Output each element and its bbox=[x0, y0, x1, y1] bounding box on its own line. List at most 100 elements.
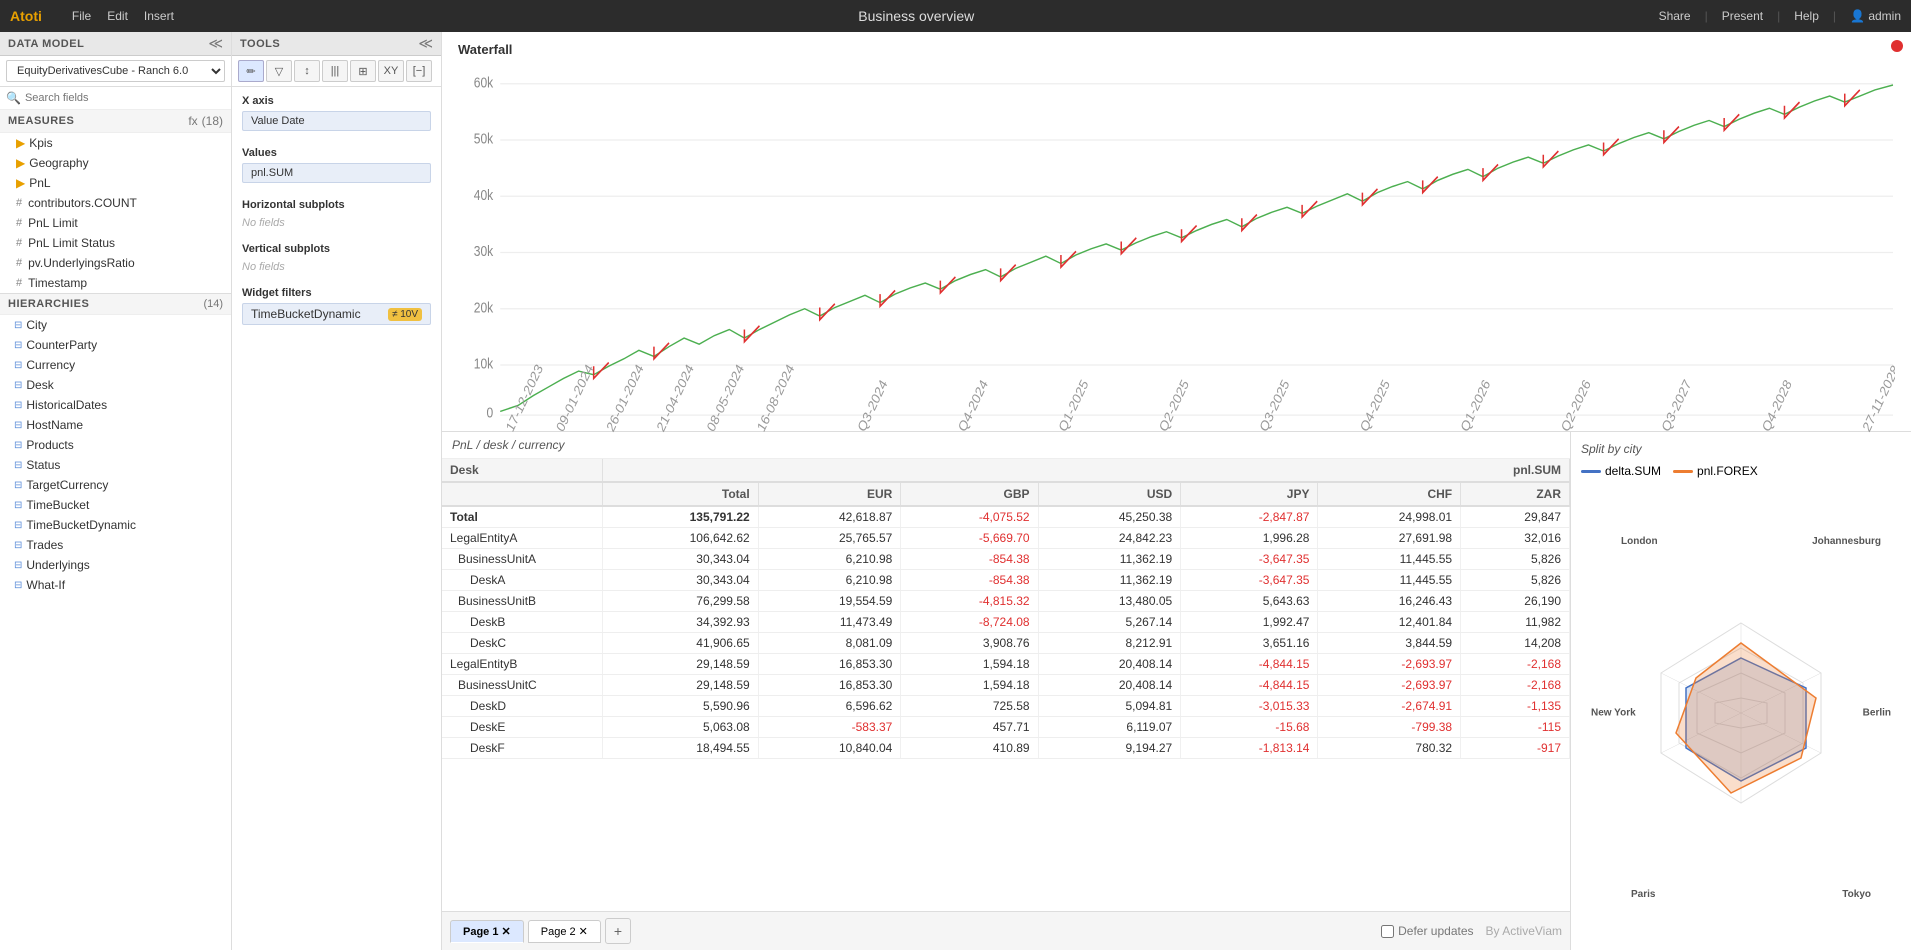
col-gbp: GBP bbox=[901, 482, 1038, 506]
cell-chf: 780.32 bbox=[1318, 738, 1461, 759]
hier-timebucket-dynamic[interactable]: ⊟TimeBucketDynamic bbox=[0, 515, 231, 535]
hier-icon: ⊟ bbox=[14, 500, 22, 511]
tab-page1[interactable]: Page 1 ✕ bbox=[450, 920, 524, 943]
search-input[interactable] bbox=[25, 92, 225, 104]
table-row: BusinessUnitC 29,148.59 16,853.30 1,594.… bbox=[442, 675, 1570, 696]
menu-edit[interactable]: Edit bbox=[107, 9, 128, 23]
hier-products[interactable]: ⊟Products bbox=[0, 435, 231, 455]
hier-status[interactable]: ⊟Status bbox=[0, 455, 231, 475]
menu-insert[interactable]: Insert bbox=[144, 9, 174, 23]
values-field[interactable]: pnl.SUM bbox=[242, 163, 431, 183]
filter-chip[interactable]: TimeBucketDynamic ≠ 10V bbox=[242, 303, 431, 325]
measure-pnl-limit-status[interactable]: # PnL Limit Status bbox=[0, 233, 231, 253]
measure-geography[interactable]: ▶ Geography bbox=[0, 153, 231, 173]
cube-select[interactable]: EquityDerivativesCube - Ranch 6.0 bbox=[6, 60, 225, 82]
svg-text:26-01-2024: 26-01-2024 bbox=[604, 361, 647, 435]
horiz-subplots-section: Horizontal subplots No fields bbox=[232, 191, 441, 235]
measure-pv-underlyings[interactable]: # pv.UnderlyingsRatio bbox=[0, 253, 231, 273]
cell-zar: -2,168 bbox=[1461, 654, 1570, 675]
hier-city[interactable]: ⊟City bbox=[0, 315, 231, 335]
cell-eur: 8,081.09 bbox=[758, 633, 901, 654]
cell-label: DeskE bbox=[442, 717, 602, 738]
values-label: Values bbox=[242, 147, 431, 159]
share-button[interactable]: Share bbox=[1659, 9, 1691, 23]
hier-counterparty[interactable]: ⊟CounterParty bbox=[0, 335, 231, 355]
cell-gbp: 1,594.18 bbox=[901, 675, 1038, 696]
measure-label: PnL Limit Status bbox=[28, 236, 115, 250]
hier-currency[interactable]: ⊟Currency bbox=[0, 355, 231, 375]
horiz-no-fields: No fields bbox=[242, 215, 431, 231]
tool-filter-btn[interactable]: ▽ bbox=[266, 60, 292, 82]
menu-file[interactable]: File bbox=[72, 9, 91, 23]
hash-icon: # bbox=[16, 257, 22, 269]
svg-text:17-12-2023: 17-12-2023 bbox=[503, 361, 545, 434]
cell-usd: 20,408.14 bbox=[1038, 675, 1181, 696]
cell-jpy: 5,643.63 bbox=[1181, 591, 1318, 612]
measure-pnl-limit[interactable]: # PnL Limit bbox=[0, 213, 231, 233]
col-pnl-sum: pnl.SUM bbox=[602, 459, 1570, 482]
measure-kpis[interactable]: ▶ Kpis bbox=[0, 133, 231, 153]
cell-gbp: -4,815.32 bbox=[901, 591, 1038, 612]
tool-sort-btn[interactable]: ↕ bbox=[294, 60, 320, 82]
tool-table-btn[interactable]: ⊞ bbox=[350, 60, 376, 82]
hier-what-if[interactable]: ⊟What-If bbox=[0, 575, 231, 595]
fx-icon[interactable]: fx bbox=[188, 114, 197, 128]
svg-text:30k: 30k bbox=[474, 243, 494, 259]
table-panel: PnL / desk / currency Desk pnl.SUM Total bbox=[442, 432, 1571, 950]
tool-pen-btn[interactable]: ✏ bbox=[238, 60, 264, 82]
legend-dot-orange bbox=[1673, 470, 1693, 473]
cell-label: BusinessUnitC bbox=[442, 675, 602, 696]
add-tab-button[interactable]: + bbox=[605, 918, 631, 944]
cell-label: DeskB bbox=[442, 612, 602, 633]
cell-total: 106,642.62 bbox=[602, 528, 758, 549]
tab-page2[interactable]: Page 2 ✕ bbox=[528, 920, 601, 943]
tool-bracket-btn[interactable]: [−] bbox=[406, 60, 432, 82]
hier-desk[interactable]: ⊟Desk bbox=[0, 375, 231, 395]
xaxis-label: X axis bbox=[242, 95, 431, 107]
waterfall-chart: 60k 50k 40k 30k 20k 10k 0 bbox=[458, 63, 1895, 442]
present-button[interactable]: Present bbox=[1722, 9, 1763, 23]
cell-chf: 16,246.43 bbox=[1318, 591, 1461, 612]
measure-pnl[interactable]: ▶ PnL bbox=[0, 173, 231, 193]
cell-eur: -583.37 bbox=[758, 717, 901, 738]
col-desk: Desk bbox=[442, 459, 602, 482]
table-row: DeskC 41,906.65 8,081.09 3,908.76 8,212.… bbox=[442, 633, 1570, 654]
search-icon: 🔍 bbox=[6, 91, 21, 105]
hier-icon: ⊟ bbox=[14, 460, 22, 471]
table-container[interactable]: Desk pnl.SUM Total EUR GBP USD JPY CHF bbox=[442, 459, 1570, 911]
cell-eur: 11,473.49 bbox=[758, 612, 901, 633]
collapse-icon[interactable]: ≪ bbox=[208, 35, 223, 52]
measure-contributors[interactable]: # contributors.COUNT bbox=[0, 193, 231, 213]
xaxis-field[interactable]: Value Date bbox=[242, 111, 431, 131]
svg-text:21-04-2024: 21-04-2024 bbox=[654, 361, 697, 435]
measure-label: Geography bbox=[29, 156, 88, 170]
cell-eur: 16,853.30 bbox=[758, 654, 901, 675]
chart-area: Waterfall 60k 50k 40k 30k 20k 10k 0 bbox=[442, 32, 1911, 432]
defer-checkbox[interactable] bbox=[1381, 925, 1394, 938]
legend-pnl-forex: pnl.FOREX bbox=[1673, 464, 1758, 478]
tool-xy-btn[interactable]: XY bbox=[378, 60, 404, 82]
hierarchies-title: HIERARCHIES bbox=[8, 298, 89, 310]
cube-selector: EquityDerivativesCube - Ranch 6.0 bbox=[0, 56, 231, 87]
xaxis-section: X axis Value Date bbox=[232, 87, 441, 139]
cell-eur: 25,765.57 bbox=[758, 528, 901, 549]
tools-title: TOOLS bbox=[240, 38, 280, 50]
filter-field: TimeBucketDynamic bbox=[251, 307, 361, 321]
hier-timebucket[interactable]: ⊟TimeBucket bbox=[0, 495, 231, 515]
hier-underlyings[interactable]: ⊟Underlyings bbox=[0, 555, 231, 575]
hier-icon: ⊟ bbox=[14, 480, 22, 491]
hier-historical-dates[interactable]: ⊟HistoricalDates bbox=[0, 395, 231, 415]
table-row: BusinessUnitA 30,343.04 6,210.98 -854.38… bbox=[442, 549, 1570, 570]
hier-trades[interactable]: ⊟Trades bbox=[0, 535, 231, 555]
hier-hostname[interactable]: ⊟HostName bbox=[0, 415, 231, 435]
cell-zar: -1,135 bbox=[1461, 696, 1570, 717]
user-button[interactable]: 👤 admin bbox=[1850, 9, 1901, 23]
collapse-tools-icon[interactable]: ≪ bbox=[418, 35, 433, 52]
help-button[interactable]: Help bbox=[1794, 9, 1819, 23]
hier-target-currency[interactable]: ⊟TargetCurrency bbox=[0, 475, 231, 495]
tool-bar-btn[interactable]: ||| bbox=[322, 60, 348, 82]
svg-text:08-05-2024: 08-05-2024 bbox=[704, 361, 747, 435]
cell-jpy: 1,996.28 bbox=[1181, 528, 1318, 549]
city-paris-label: Paris bbox=[1631, 889, 1655, 900]
measure-timestamp[interactable]: # Timestamp bbox=[0, 273, 231, 293]
